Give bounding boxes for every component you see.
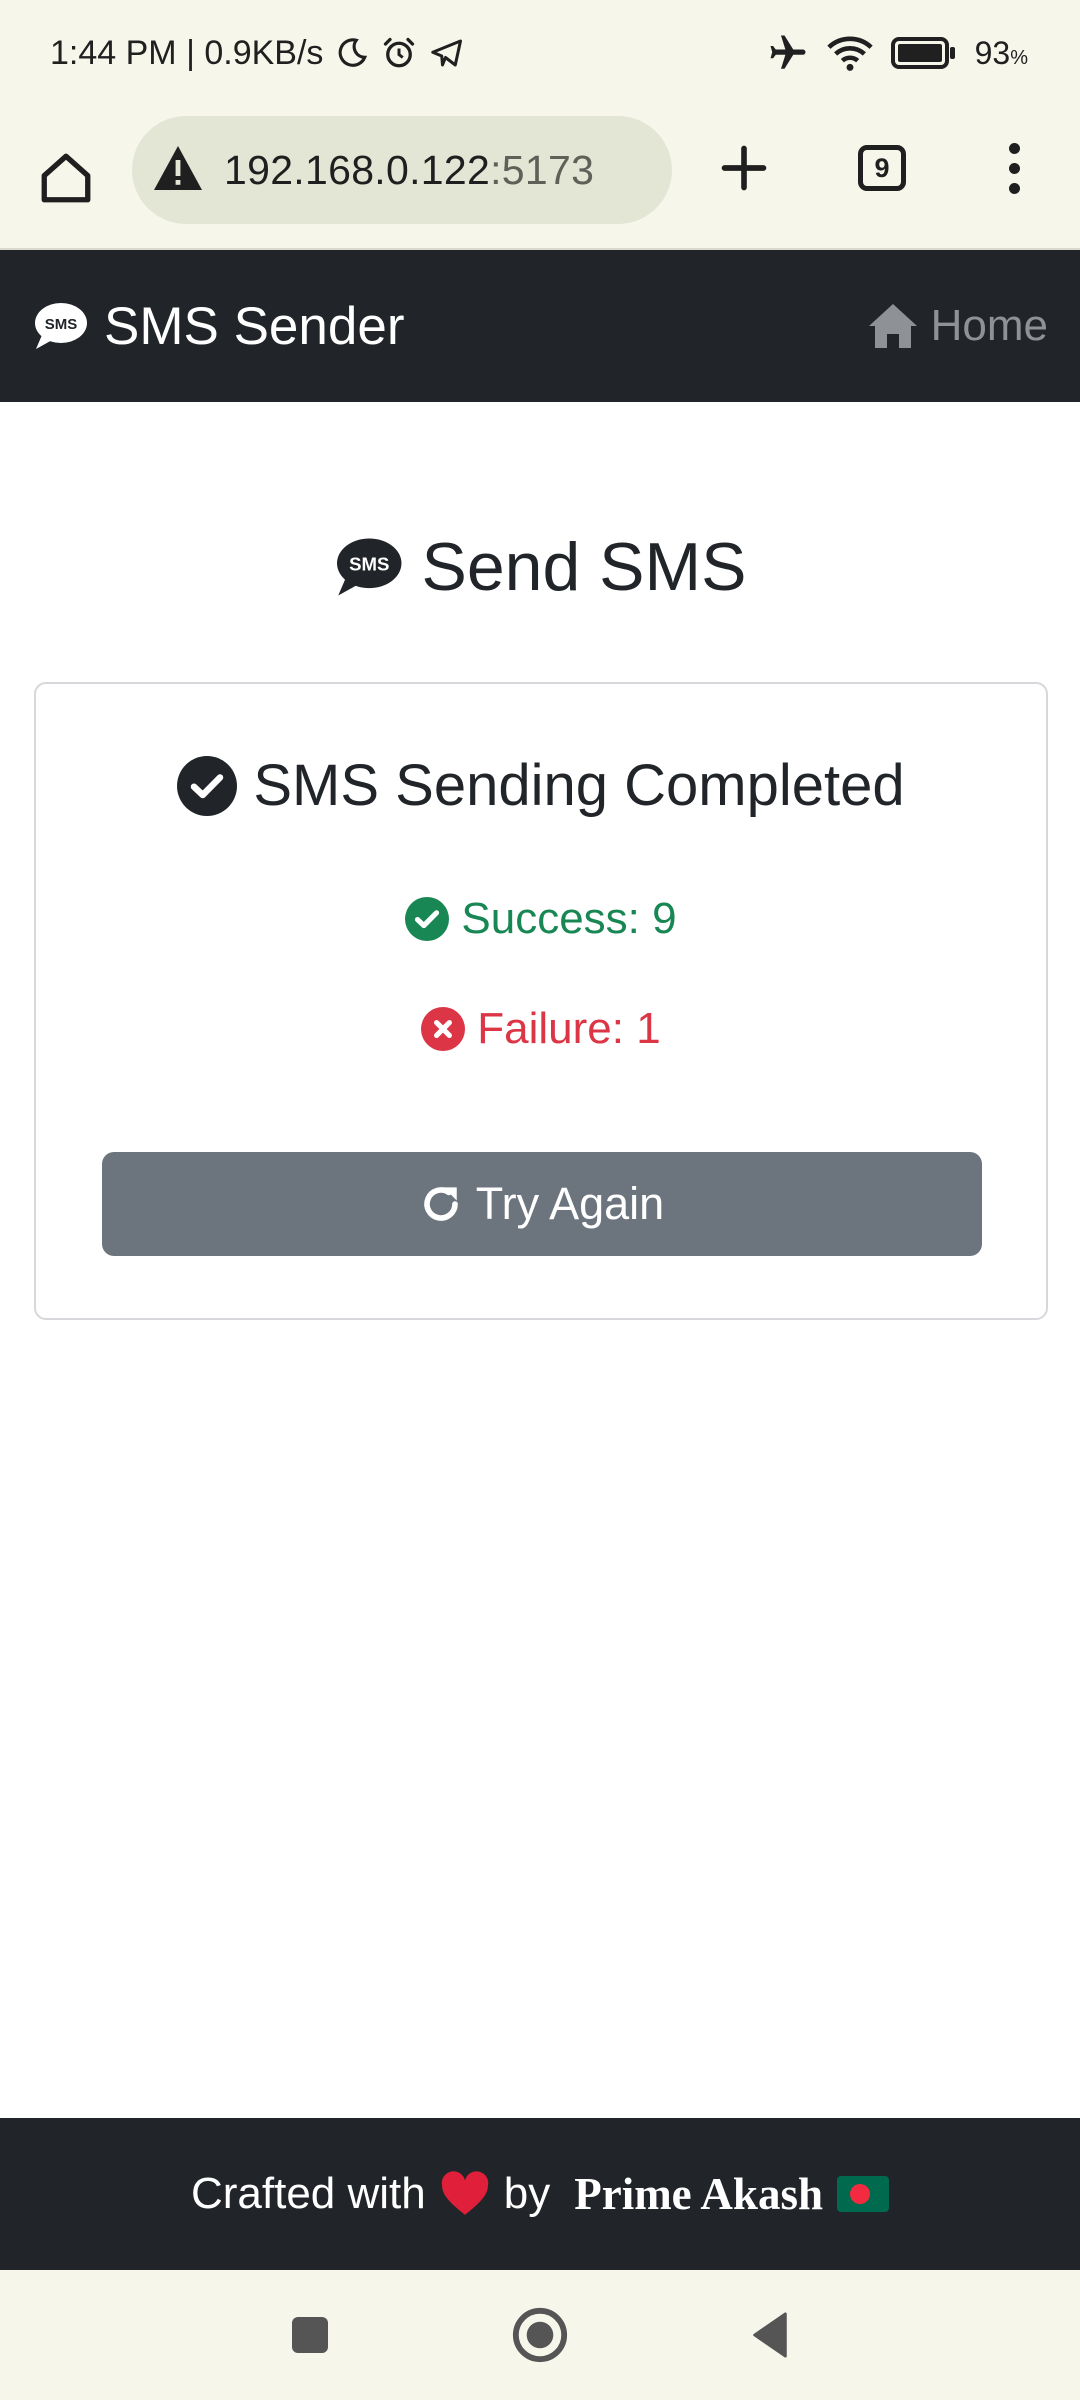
page-footer: Crafted with by Prime Akash — [0, 2118, 1080, 2270]
card-title: SMS Sending Completed — [36, 752, 1046, 819]
failure-text: Failure: 1 — [477, 1004, 661, 1053]
moon-icon — [335, 36, 369, 70]
browser-home-button[interactable] — [30, 142, 102, 214]
browser-menu-button[interactable] — [978, 132, 1050, 204]
warning-icon[interactable] — [152, 144, 204, 197]
brand-link[interactable]: SMS SMS Sender — [32, 296, 404, 357]
check-circle-icon — [177, 755, 238, 816]
recents-square-icon — [292, 2317, 328, 2353]
footer-prefix: Crafted with — [190, 2169, 426, 2218]
back-button[interactable] — [740, 2305, 800, 2365]
recents-button[interactable] — [280, 2305, 340, 2365]
back-triangle-icon — [753, 2312, 787, 2358]
telegram-icon — [429, 35, 465, 71]
success-stat: Success: 9 — [36, 894, 1046, 944]
footer-author: Prime Akash — [574, 2169, 823, 2219]
footer-by: by — [503, 2169, 551, 2218]
url-text[interactable]: 192.168.0.122:5173 — [224, 147, 594, 194]
battery-icon — [890, 37, 957, 69]
house-icon — [868, 304, 917, 348]
status-left: 1:44 PM | 0.9KB/s — [50, 34, 465, 73]
battery-percent: 93% — [974, 34, 1028, 71]
x-circle-icon — [421, 1007, 466, 1051]
home-circle-icon — [512, 2307, 568, 2363]
bangladesh-flag-icon — [837, 2176, 889, 2212]
card-title-text: SMS Sending Completed — [253, 753, 905, 818]
home-icon — [41, 153, 91, 203]
try-again-label[interactable]: Try Again — [476, 1178, 664, 1230]
status-right: 93% — [767, 32, 1028, 74]
heart-icon — [441, 2171, 488, 2215]
redo-icon — [424, 1187, 458, 1221]
failure-stat: Failure: 1 — [36, 1004, 1046, 1054]
result-card: SMS Sending Completed Success: 9 Failure… — [34, 682, 1048, 1320]
nav-home-label[interactable]: Home — [931, 301, 1048, 351]
app-navbar: SMS SMS Sender Home — [0, 250, 1080, 402]
new-tab-button[interactable] — [708, 132, 780, 204]
success-text: Success: 9 — [461, 894, 677, 943]
tabs-icon: 9 — [858, 145, 906, 191]
try-again-button[interactable]: Try Again — [102, 1152, 982, 1256]
airplane-icon — [767, 32, 809, 74]
svg-text:SMS: SMS — [350, 554, 390, 575]
brand-title[interactable]: SMS Sender — [104, 296, 404, 357]
sms-bubble-icon: SMS — [35, 303, 87, 349]
system-nav-bar — [0, 2270, 1080, 2400]
page-title-text: Send SMS — [421, 529, 747, 605]
sms-bubble-icon: SMS — [337, 538, 402, 596]
wifi-icon — [826, 33, 873, 73]
nav-home-link[interactable]: Home — [867, 301, 1048, 351]
page-title: SMS Send SMS — [0, 528, 1080, 606]
address-bar[interactable]: 192.168.0.122:5173 — [132, 116, 672, 224]
more-vert-icon — [1008, 142, 1020, 194]
status-time-speed: 1:44 PM | 0.9KB/s — [50, 33, 324, 72]
tabs-button[interactable]: 9 — [846, 132, 918, 204]
home-button[interactable] — [510, 2305, 570, 2365]
svg-text:SMS: SMS — [45, 316, 78, 333]
status-bar: 1:44 PM | 0.9KB/s 93% — [0, 0, 1080, 106]
check-circle-icon — [405, 897, 450, 941]
plus-icon — [721, 145, 767, 191]
browser-toolbar: 192.168.0.122:5173 9 — [0, 106, 1080, 250]
alarm-icon — [381, 35, 417, 71]
